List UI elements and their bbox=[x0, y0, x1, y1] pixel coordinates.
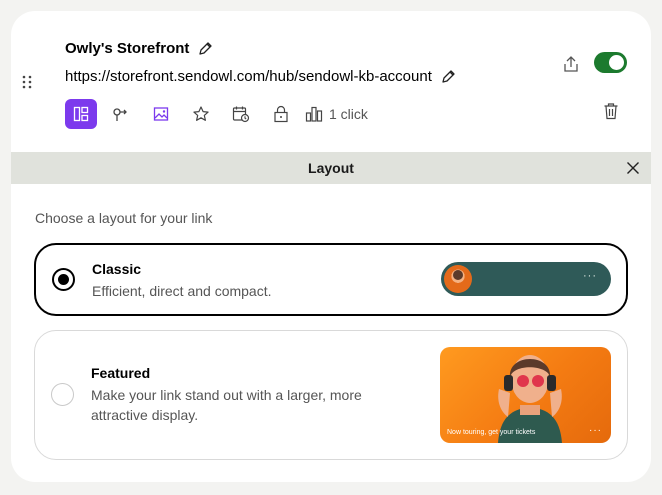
star-icon[interactable] bbox=[185, 99, 217, 129]
title-row: Owly's Storefront bbox=[65, 40, 213, 57]
share-icon[interactable] bbox=[561, 53, 581, 75]
layout-option-classic[interactable]: Classic Efficient, direct and compact. ·… bbox=[34, 243, 628, 316]
layout-subtitle: Choose a layout for your link bbox=[35, 210, 213, 226]
classic-description: Efficient, direct and compact. bbox=[92, 283, 272, 299]
trash-icon[interactable] bbox=[601, 101, 621, 121]
layout-option-featured[interactable]: Featured Make your link stand out with a… bbox=[34, 330, 628, 460]
featured-preview-caption: Now touring, get your tickets bbox=[447, 429, 536, 436]
toggle-knob bbox=[609, 55, 624, 70]
radio-selected-dot bbox=[58, 274, 69, 285]
close-icon[interactable] bbox=[625, 160, 641, 176]
classic-text: Classic Efficient, direct and compact. bbox=[92, 261, 272, 301]
featured-preview-menu-icon: ··· bbox=[589, 425, 602, 436]
url-row: https://storefront.sendowl.com/hub/sendo… bbox=[65, 68, 456, 85]
enable-link-toggle[interactable] bbox=[594, 52, 627, 73]
edit-title-pencil-icon[interactable] bbox=[197, 41, 213, 57]
classic-preview-thumbnail bbox=[444, 265, 472, 293]
image-icon[interactable] bbox=[145, 99, 177, 129]
featured-name: Featured bbox=[91, 365, 151, 381]
lock-icon[interactable] bbox=[265, 99, 297, 129]
featured-text: Featured Make your link stand out with a… bbox=[91, 365, 371, 425]
analytics-clicks[interactable]: 1 click bbox=[305, 106, 368, 122]
clicks-count: 1 click bbox=[329, 106, 368, 122]
layout-icon[interactable] bbox=[65, 99, 97, 129]
featured-preview: Now touring, get your tickets ··· bbox=[440, 347, 611, 443]
schedule-icon[interactable] bbox=[225, 99, 257, 129]
link-toolbar: 1 click bbox=[65, 99, 368, 129]
classic-radio[interactable] bbox=[52, 268, 75, 291]
featured-radio[interactable] bbox=[51, 383, 74, 406]
featured-description: Make your link stand out with a larger, … bbox=[91, 387, 362, 423]
classic-name: Classic bbox=[92, 261, 142, 277]
drag-handle-icon[interactable] bbox=[21, 74, 33, 90]
analytics-icon bbox=[305, 106, 323, 122]
layout-panel-header: Layout bbox=[11, 152, 651, 184]
classic-preview: ··· bbox=[441, 262, 611, 296]
redirect-icon[interactable] bbox=[105, 99, 137, 129]
link-url: https://storefront.sendowl.com/hub/sendo… bbox=[65, 68, 432, 85]
classic-preview-menu-icon: ··· bbox=[583, 270, 597, 282]
link-card: Owly's Storefront https://storefront.sen… bbox=[11, 11, 651, 482]
layout-panel-title: Layout bbox=[308, 160, 354, 176]
edit-url-pencil-icon[interactable] bbox=[440, 69, 456, 85]
link-title: Owly's Storefront bbox=[65, 40, 190, 57]
